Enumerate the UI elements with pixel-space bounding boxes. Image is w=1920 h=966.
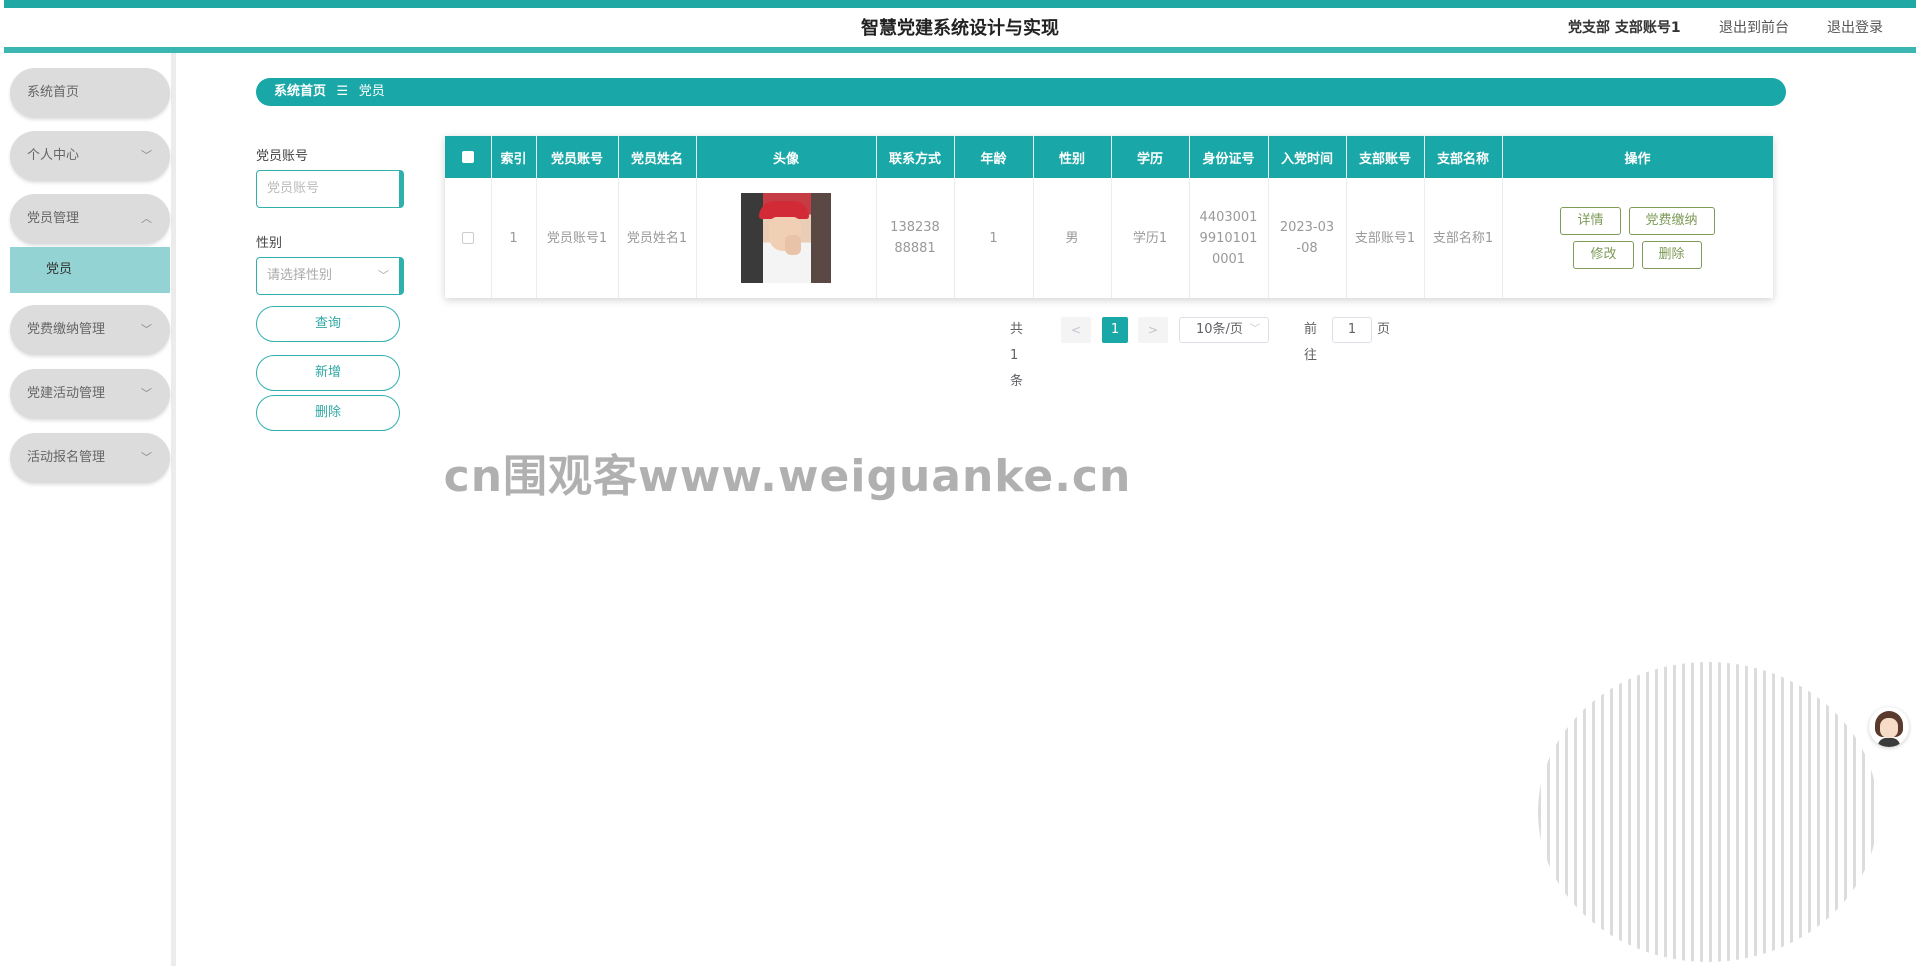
chevron-down-icon: ﹀ xyxy=(378,269,389,282)
column-header: 支部账号 xyxy=(1346,136,1425,178)
select-all-checkbox[interactable] xyxy=(461,151,474,163)
cell-actions: 详情 党费缴纳 修改 删除 xyxy=(1502,178,1774,298)
chevron-down-icon: ﹀ xyxy=(1250,324,1260,335)
goto-page-input[interactable]: 1 xyxy=(1332,317,1372,343)
assistant-avatar-icon[interactable] xyxy=(1869,707,1909,747)
next-page-button[interactable]: > xyxy=(1138,317,1168,343)
gender-search-label: 性别 xyxy=(256,236,283,251)
sidebar-item-fee-management[interactable]: 党费缴纳管理 ﹀ xyxy=(10,305,170,355)
column-header: 联系方式 xyxy=(876,136,955,178)
goto-prefix: 前往 xyxy=(1304,322,1318,363)
chevron-down-icon: ﹀ xyxy=(141,323,152,336)
cell-branch-account: 支部账号1 xyxy=(1346,178,1425,298)
cell-education: 学历1 xyxy=(1111,178,1190,298)
page-size-value: 10条/页 xyxy=(1196,322,1243,337)
sidebar-item-label: 系统首页 xyxy=(27,85,80,100)
column-header: 学历 xyxy=(1111,136,1190,178)
table-header-row: 索引 党员账号 党员姓名 头像 联系方式 年龄 性别 学历 身份证号 入党时间 … xyxy=(445,136,1774,178)
chevron-down-icon: ﹀ xyxy=(141,387,152,400)
column-header: 性别 xyxy=(1033,136,1112,178)
sidebar-item-home[interactable]: 系统首页 xyxy=(10,68,170,118)
prev-page-button[interactable]: < xyxy=(1061,317,1091,343)
sidebar-subitem-members[interactable]: 党员 xyxy=(10,247,170,293)
sidebar: 系统首页 个人中心 ﹀ 党员管理 ︿ 党员 党费缴纳管理 ﹀ 党建活动管理 ﹀ … xyxy=(4,53,176,966)
sidebar-item-member-management[interactable]: 党员管理 ︿ xyxy=(10,194,170,244)
account-search-field[interactable] xyxy=(256,170,404,208)
breadcrumb-separator-icon: ☰ xyxy=(336,84,349,99)
sidebar-item-label: 党员管理 xyxy=(27,211,80,226)
account-search-label: 党员账号 xyxy=(256,149,309,164)
column-header: 头像 xyxy=(696,136,877,178)
chevron-up-icon: ︿ xyxy=(141,212,152,225)
column-header: 入党时间 xyxy=(1268,136,1347,178)
sidebar-item-personal-center[interactable]: 个人中心 ﹀ xyxy=(10,131,170,181)
row-checkbox-cell[interactable] xyxy=(445,178,492,298)
table-row: 1 党员账号1 党员姓名1 13823888881 1 男 学历1 440300… xyxy=(445,178,1774,298)
breadcrumb: 系统首页 ☰ 党员 xyxy=(256,78,1786,106)
sidebar-item-label: 党建活动管理 xyxy=(27,386,106,401)
header-bottom-strip xyxy=(4,47,1916,53)
members-table: 索引 党员账号 党员姓名 头像 联系方式 年龄 性别 学历 身份证号 入党时间 … xyxy=(445,136,1774,298)
current-user-label: 党支部 支部账号1 xyxy=(1568,20,1681,36)
sidebar-item-activity-management[interactable]: 党建活动管理 ﹀ xyxy=(10,369,170,419)
cell-join-date: 2023-03-08 xyxy=(1268,178,1347,298)
gender-select-placeholder: 请选择性别 xyxy=(267,268,333,283)
member-avatar-image xyxy=(741,193,831,283)
goto-suffix: 页 xyxy=(1377,322,1391,337)
breadcrumb-home[interactable]: 系统首页 xyxy=(274,84,326,99)
app-frame: 智慧党建系统设计与实现 党支部 支部账号1 退出到前台 退出登录 系统首页 个人… xyxy=(0,0,1920,966)
page-size-select[interactable]: 10条/页 ﹀ xyxy=(1179,317,1269,343)
column-header: 操作 xyxy=(1502,136,1774,178)
cell-index: 1 xyxy=(491,178,537,298)
row-actions: 详情 党费缴纳 修改 删除 xyxy=(1503,207,1773,269)
query-button[interactable]: 查询 xyxy=(256,306,400,342)
cell-id-number: 440300199101010001 xyxy=(1189,178,1269,298)
decorative-striped-circle xyxy=(1538,662,1878,962)
watermark-text: cn围观客www.weiguanke.cn xyxy=(443,451,1132,502)
header-top-strip xyxy=(4,0,1916,8)
cell-account: 党员账号1 xyxy=(536,178,619,298)
cell-phone: 13823888881 xyxy=(876,178,955,298)
edit-button[interactable]: 修改 xyxy=(1573,241,1634,269)
logout-link[interactable]: 退出登录 xyxy=(1827,17,1883,37)
column-header: 身份证号 xyxy=(1189,136,1269,178)
cell-gender: 男 xyxy=(1033,178,1112,298)
detail-button[interactable]: 详情 xyxy=(1560,207,1621,235)
breadcrumb-current: 党员 xyxy=(358,84,385,99)
cell-branch-name: 支部名称1 xyxy=(1424,178,1503,298)
sidebar-item-label: 党员 xyxy=(46,262,73,277)
cell-avatar xyxy=(696,178,877,298)
current-page-button[interactable]: 1 xyxy=(1102,317,1128,343)
cell-name: 党员姓名1 xyxy=(618,178,697,298)
pay-fee-button[interactable]: 党费缴纳 xyxy=(1628,207,1715,235)
sidebar-item-label: 党费缴纳管理 xyxy=(27,322,106,337)
members-table-grid: 索引 党员账号 党员姓名 头像 联系方式 年龄 性别 学历 身份证号 入党时间 … xyxy=(445,136,1774,298)
account-search-input[interactable] xyxy=(267,181,387,196)
add-button[interactable]: 新增 xyxy=(256,355,400,391)
column-header: 年龄 xyxy=(954,136,1034,178)
exit-to-front-link[interactable]: 退出到前台 xyxy=(1719,17,1789,37)
column-header: 索引 xyxy=(491,136,537,178)
column-header: 党员账号 xyxy=(536,136,619,178)
cell-age: 1 xyxy=(954,178,1034,298)
column-header: 支部名称 xyxy=(1424,136,1503,178)
row-checkbox[interactable] xyxy=(461,232,474,244)
chevron-down-icon: ﹀ xyxy=(141,149,152,162)
delete-button[interactable]: 删除 xyxy=(1641,241,1702,269)
gender-select[interactable]: 请选择性别 ﹀ xyxy=(256,257,404,295)
batch-delete-button[interactable]: 删除 xyxy=(256,395,400,431)
pagination-total: 共 1 条 xyxy=(1010,322,1024,389)
column-header: 党员姓名 xyxy=(618,136,697,178)
sidebar-item-label: 个人中心 xyxy=(27,148,80,163)
select-all-checkbox-cell[interactable] xyxy=(445,136,492,178)
